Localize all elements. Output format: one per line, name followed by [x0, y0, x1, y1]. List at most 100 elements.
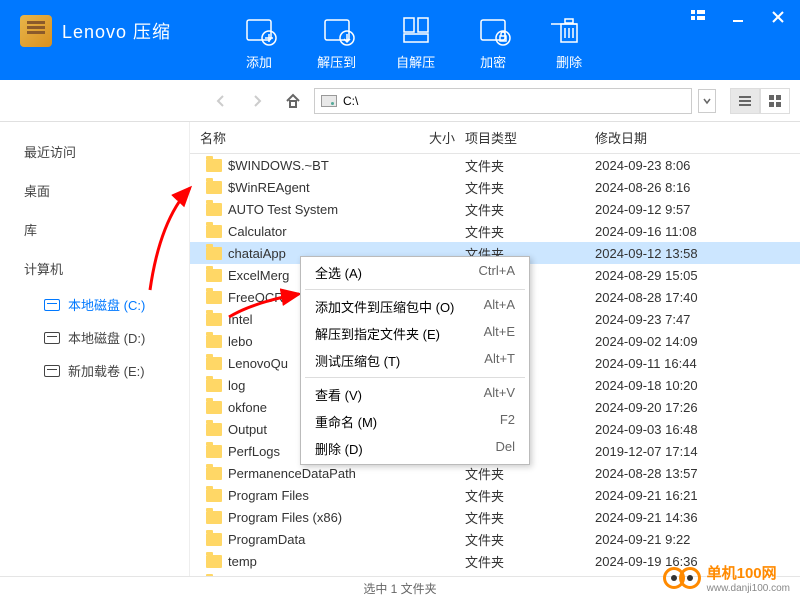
table-row[interactable]: $WINDOWS.~BT文件夹2024-09-23 8:06	[190, 154, 800, 176]
table-row[interactable]: Calculator文件夹2024-09-16 11:08	[190, 220, 800, 242]
file-date: 2024-08-29 15:05	[595, 268, 800, 283]
delete-button[interactable]: 删除	[541, 8, 597, 75]
file-name: Program Files (x86)	[228, 510, 342, 525]
status-text: 选中 1 文件夹	[363, 580, 436, 597]
table-row[interactable]: Program Files文件夹2024-09-21 16:21	[190, 484, 800, 506]
folder-icon	[206, 379, 222, 392]
list-header: 名称 大小 项目类型 修改日期	[190, 122, 800, 154]
add-icon	[241, 12, 277, 48]
grid-view-button[interactable]	[760, 88, 790, 114]
file-type: 文件夹	[465, 200, 595, 219]
file-type: 文件夹	[465, 530, 595, 549]
folder-icon	[206, 247, 222, 260]
sidebar-item-desktop[interactable]: 桌面	[0, 171, 189, 210]
grid-menu-icon[interactable]	[684, 6, 712, 28]
navbar: C:\	[0, 80, 800, 122]
encrypt-button[interactable]: 加密	[465, 8, 521, 75]
main-toolbar: 添加 解压到 自解压 加密 删除	[231, 0, 597, 75]
folder-icon	[206, 203, 222, 216]
close-button[interactable]	[764, 6, 792, 28]
path-dropdown[interactable]	[698, 89, 716, 113]
sidebar-item-computer[interactable]: 计算机	[0, 249, 189, 288]
table-row[interactable]: $WinREAgent文件夹2024-08-26 8:16	[190, 176, 800, 198]
menu-label: 全选 (A)	[315, 263, 362, 282]
menu-shortcut: Alt+E	[484, 324, 515, 343]
list-view-button[interactable]	[730, 88, 760, 114]
table-row[interactable]: Program Files (x86)文件夹2024-09-21 14:36	[190, 506, 800, 528]
minimize-button[interactable]	[724, 6, 752, 28]
folder-icon	[206, 401, 222, 414]
folder-icon	[206, 467, 222, 480]
sidebar-drive[interactable]: 新加载卷 (E:)	[0, 354, 189, 387]
menu-label: 删除 (D)	[315, 439, 363, 458]
path-input[interactable]: C:\	[314, 88, 692, 114]
titlebar: Lenovo 压缩 添加 解压到 自解压 加密	[0, 0, 800, 80]
app-icon	[20, 15, 52, 47]
menu-item[interactable]: 解压到指定文件夹 (E)Alt+E	[301, 320, 529, 347]
col-date[interactable]: 修改日期	[595, 128, 800, 147]
col-name[interactable]: 名称	[190, 128, 415, 147]
sidebar: 最近访问 桌面 库 计算机 本地磁盘 (C:)本地磁盘 (D:)新加载卷 (E:…	[0, 122, 190, 576]
menu-shortcut: F2	[500, 412, 515, 431]
sidebar-drive[interactable]: 本地磁盘 (D:)	[0, 321, 189, 354]
file-name: log	[228, 378, 245, 393]
add-button[interactable]: 添加	[231, 8, 287, 75]
folder-icon	[206, 357, 222, 370]
file-name: Program Files	[228, 488, 309, 503]
menu-item[interactable]: 重命名 (M)F2	[301, 408, 529, 435]
menu-item[interactable]: 查看 (V)Alt+V	[301, 381, 529, 408]
folder-icon	[206, 445, 222, 458]
col-size[interactable]: 大小	[415, 128, 465, 147]
file-name: PermanenceDataPath	[228, 466, 356, 481]
menu-item[interactable]: 全选 (A)Ctrl+A	[301, 259, 529, 286]
file-date: 2024-09-03 16:48	[595, 422, 800, 437]
folder-icon	[206, 313, 222, 326]
menu-item[interactable]: 测试压缩包 (T)Alt+T	[301, 347, 529, 374]
logo-area: Lenovo 压缩	[0, 0, 191, 62]
file-name: Intel	[228, 312, 253, 327]
file-name: PerfLogs	[228, 444, 280, 459]
sidebar-drive[interactable]: 本地磁盘 (C:)	[0, 288, 189, 321]
table-row[interactable]: ProgramData文件夹2024-09-21 9:22	[190, 528, 800, 550]
file-type: 文件夹	[465, 508, 595, 527]
home-button[interactable]	[278, 86, 308, 116]
table-row[interactable]: AUTO Test System文件夹2024-09-12 9:57	[190, 198, 800, 220]
file-date: 2024-08-28 13:57	[595, 466, 800, 481]
menu-item[interactable]: 删除 (D)Del	[301, 435, 529, 462]
watermark: 单机100网 www.danji100.com	[663, 562, 790, 594]
forward-button[interactable]	[242, 86, 272, 116]
file-type: 文件夹	[465, 464, 595, 483]
file-name: AUTO Test System	[228, 202, 338, 217]
file-name: $WinREAgent	[228, 180, 310, 195]
disk-icon	[44, 332, 60, 344]
folder-icon	[206, 269, 222, 282]
back-button[interactable]	[206, 86, 236, 116]
file-date: 2024-09-12 13:58	[595, 246, 800, 261]
menu-item[interactable]: 添加文件到压缩包中 (O)Alt+A	[301, 293, 529, 320]
extract-to-button[interactable]: 解压到	[307, 8, 366, 75]
folder-icon	[206, 181, 222, 194]
extract-icon	[319, 12, 355, 48]
file-date: 2024-08-28 17:40	[595, 290, 800, 305]
menu-separator	[305, 377, 525, 378]
folder-icon	[206, 533, 222, 546]
file-name: ProgramData	[228, 532, 305, 547]
menu-label: 添加文件到压缩包中 (O)	[315, 297, 454, 316]
sfx-icon	[398, 12, 434, 48]
disk-icon	[44, 299, 60, 311]
file-type: 文件夹	[465, 574, 595, 577]
delete-icon	[551, 12, 587, 48]
folder-icon	[206, 335, 222, 348]
sidebar-item-libraries[interactable]: 库	[0, 210, 189, 249]
col-type[interactable]: 项目类型	[465, 128, 595, 147]
sidebar-item-recent[interactable]: 最近访问	[0, 132, 189, 171]
file-date: 2024-09-18 10:20	[595, 378, 800, 393]
file-date: 2024-09-11 16:44	[595, 356, 800, 371]
table-row[interactable]: PermanenceDataPath 文件夹2024-08-28 13:57	[190, 462, 800, 484]
view-toggle	[730, 88, 790, 114]
sfx-button[interactable]: 自解压	[386, 8, 445, 75]
menu-shortcut: Alt+T	[484, 351, 515, 370]
folder-icon	[206, 423, 222, 436]
file-name: ExcelMerg	[228, 268, 289, 283]
folder-icon	[206, 555, 222, 568]
